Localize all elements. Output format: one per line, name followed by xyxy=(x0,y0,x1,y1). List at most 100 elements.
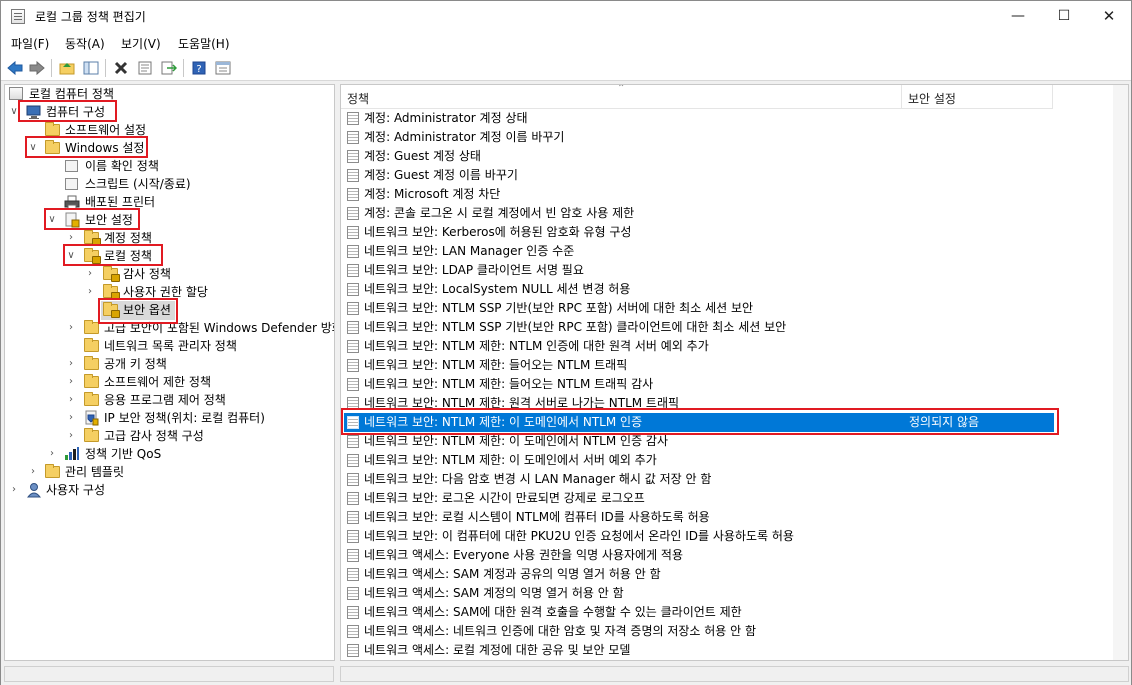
chevron-right-icon[interactable]: › xyxy=(66,232,76,244)
tree-label: 감사 정책 xyxy=(123,267,171,281)
policy-row[interactable]: 계정: Administrator 계정 상태 xyxy=(341,109,1111,128)
policy-name: 네트워크 보안: NTLM 제한: 이 도메인에서 서버 예외 추가 xyxy=(364,453,657,467)
policy-setting-icon xyxy=(347,226,359,239)
tree-label: 고급 감사 정책 구성 xyxy=(104,429,204,443)
close-button[interactable]: ✕ xyxy=(1086,1,1132,31)
policy-row[interactable]: 네트워크 보안: LDAP 클라이언트 서명 필요 xyxy=(341,261,1111,280)
policy-setting-icon xyxy=(347,283,359,296)
chevron-right-icon[interactable]: › xyxy=(66,358,76,370)
policy-row[interactable]: 네트워크 보안: LAN Manager 인증 수준 xyxy=(341,242,1111,261)
tree-pane[interactable]: 로컬 컴퓨터 정책 ∨ 컴퓨터 구성 소프트웨어 설정 ∨ Windows 설정… xyxy=(4,84,335,661)
policy-setting-icon xyxy=(347,112,359,125)
tree-label: 소프트웨어 제한 정책 xyxy=(104,375,211,389)
policy-name: 네트워크 보안: NTLM 제한: 들어오는 NTLM 트래픽 감사 xyxy=(364,377,654,391)
policy-row[interactable]: 네트워크 보안: 로컬 시스템이 NTLM에 컴퓨터 ID를 사용하도록 허용 xyxy=(341,508,1111,527)
policy-setting-icon xyxy=(347,587,359,600)
policy-row[interactable]: 계정: Guest 계정 상태 xyxy=(341,147,1111,166)
menu-action[interactable]: 동작(A) xyxy=(65,35,105,52)
policy-setting-icon xyxy=(347,245,359,258)
policy-name: 네트워크 액세스: SAM 계정과 공유의 익명 열거 허용 안 함 xyxy=(364,567,661,581)
policy-setting-icon xyxy=(347,321,359,334)
policy-row[interactable]: 네트워크 보안: Kerberos에 허용된 암호화 유형 구성 xyxy=(341,223,1111,242)
back-arrow-icon[interactable] xyxy=(5,58,25,78)
highlight-windows-settings xyxy=(25,136,148,158)
policy-name: 네트워크 보안: NTLM 제한: 들어오는 NTLM 트래픽 xyxy=(364,358,628,372)
menu-file[interactable]: 파일(F) xyxy=(11,35,49,52)
policy-name: 네트워크 보안: Kerberos에 허용된 암호화 유형 구성 xyxy=(364,225,632,239)
toolbar: ? xyxy=(1,55,1131,81)
policy-name: 네트워크 액세스: SAM에 대한 원격 호출을 수행할 수 있는 클라이언트 … xyxy=(364,605,742,619)
policy-row[interactable]: 네트워크 보안: 이 컴퓨터에 대한 PKU2U 인증 요청에서 온라인 ID를… xyxy=(341,527,1111,546)
user-icon xyxy=(26,482,42,498)
up-folder-icon[interactable] xyxy=(57,58,77,78)
chevron-right-icon[interactable]: › xyxy=(66,376,76,388)
mmc-view-icon[interactable] xyxy=(213,58,233,78)
policy-row[interactable]: 네트워크 보안: NTLM 제한: 이 도메인에서 서버 예외 추가 xyxy=(341,451,1111,470)
menu-help[interactable]: 도움말(H) xyxy=(178,35,230,52)
policy-row[interactable]: 네트워크 액세스: SAM 계정의 익명 열거 허용 안 함 xyxy=(341,584,1111,603)
policy-row[interactable]: 계정: Microsoft 계정 차단 xyxy=(341,185,1111,204)
show-hide-tree-icon[interactable] xyxy=(81,58,101,78)
chevron-right-icon[interactable]: › xyxy=(9,484,19,496)
policy-editor-icon xyxy=(11,9,25,24)
policy-name: 계정: Guest 계정 이름 바꾸기 xyxy=(364,168,518,182)
policy-row[interactable]: 네트워크 액세스: SAM에 대한 원격 호출을 수행할 수 있는 클라이언트 … xyxy=(341,603,1111,622)
policy-row[interactable]: 네트워크 액세스: SAM 계정과 공유의 익명 열거 허용 안 함 xyxy=(341,565,1111,584)
folder-icon xyxy=(84,428,99,442)
minimize-button[interactable]: — xyxy=(995,1,1041,31)
policy-row[interactable]: 계정: 콘솔 로그온 시 로컬 계정에서 빈 암호 사용 제한 xyxy=(341,204,1111,223)
help-icon[interactable]: ? xyxy=(189,58,209,78)
chevron-right-icon[interactable]: › xyxy=(47,448,57,460)
column-header-policy[interactable]: ⌃ 정책 xyxy=(341,85,901,109)
maximize-button[interactable]: ☐ xyxy=(1041,1,1087,31)
forward-arrow-icon[interactable] xyxy=(27,58,47,78)
policy-name: 계정: Guest 계정 상태 xyxy=(364,149,481,163)
title-bar: 로컬 그룹 정책 편집기 — ☐ ✕ xyxy=(1,1,1131,31)
vertical-scrollbar[interactable] xyxy=(1113,85,1128,660)
highlight-security-settings xyxy=(44,208,140,230)
policy-row[interactable]: 계정: Guest 계정 이름 바꾸기 xyxy=(341,166,1111,185)
policy-row[interactable]: 네트워크 보안: NTLM 제한: 들어오는 NTLM 트래픽 감사 xyxy=(341,375,1111,394)
chevron-right-icon[interactable]: › xyxy=(66,412,76,424)
policy-row[interactable]: 네트워크 보안: NTLM 제한: 들어오는 NTLM 트래픽 xyxy=(341,356,1111,375)
policy-row[interactable]: 네트워크 보안: 로그온 시간이 만료되면 강제로 로그오프 xyxy=(341,489,1111,508)
qos-chart-icon xyxy=(64,446,80,461)
menu-bar: 파일(F) 동작(A) 보기(V) 도움말(H) xyxy=(1,31,1131,55)
menu-view[interactable]: 보기(V) xyxy=(121,35,161,52)
policy-row[interactable]: 네트워크 보안: LocalSystem NULL 세션 변경 허용 xyxy=(341,280,1111,299)
column-label: 정책 xyxy=(347,92,370,106)
policy-setting-icon xyxy=(347,568,359,581)
lock-folder-icon xyxy=(103,284,120,300)
sort-ascending-icon: ⌃ xyxy=(617,84,626,94)
chevron-right-icon[interactable]: › xyxy=(66,322,76,334)
export-list-icon[interactable] xyxy=(159,58,179,78)
delete-icon[interactable] xyxy=(111,58,131,78)
policy-name: 네트워크 보안: NTLM SSP 기반(보안 RPC 포함) 서버에 대한 최… xyxy=(364,301,754,315)
chevron-right-icon[interactable]: › xyxy=(28,466,38,478)
policy-setting-icon xyxy=(347,378,359,391)
highlight-selected-policy xyxy=(341,408,1059,435)
policy-row[interactable]: 네트워크 보안: NTLM 제한: NTLM 인증에 대한 원격 서버 예외 추… xyxy=(341,337,1111,356)
properties-icon[interactable] xyxy=(135,58,155,78)
policy-row[interactable]: 네트워크 액세스: 로컬 계정에 대한 공유 및 보안 모델 xyxy=(341,641,1111,660)
window-title: 로컬 그룹 정책 편집기 xyxy=(35,10,146,24)
column-header-security-setting[interactable]: 보안 설정 xyxy=(902,85,1052,109)
chevron-right-icon[interactable]: › xyxy=(85,268,95,280)
app-window: 로컬 그룹 정책 편집기 — ☐ ✕ 파일(F) 동작(A) 보기(V) 도움말… xyxy=(0,0,1132,685)
lock-folder-icon xyxy=(103,266,120,282)
folder-icon xyxy=(84,338,99,352)
policy-row[interactable]: 네트워크 액세스: Everyone 사용 권한을 익명 사용자에게 적용 xyxy=(341,546,1111,565)
policy-row[interactable]: 계정: Administrator 계정 이름 바꾸기 xyxy=(341,128,1111,147)
ipsec-shield-icon xyxy=(83,410,99,426)
policy-row[interactable]: 네트워크 보안: NTLM SSP 기반(보안 RPC 포함) 클라이언트에 대… xyxy=(341,318,1111,337)
policy-row[interactable]: 네트워크 액세스: 네트워크 인증에 대한 암호 및 자격 증명의 저장소 허용… xyxy=(341,622,1111,641)
folder-icon xyxy=(45,464,60,478)
chevron-right-icon[interactable]: › xyxy=(66,430,76,442)
policy-row[interactable]: 네트워크 보안: 다음 암호 변경 시 LAN Manager 해시 값 저장 … xyxy=(341,470,1111,489)
policy-list-pane[interactable]: ⌃ 정책 보안 설정 계정: Administrator 계정 상태 계정: Ad… xyxy=(340,84,1129,661)
tree-label: 스크립트 (시작/종료) xyxy=(85,177,191,191)
policy-row[interactable]: 네트워크 보안: NTLM SSP 기반(보안 RPC 포함) 서버에 대한 최… xyxy=(341,299,1111,318)
chevron-right-icon[interactable]: › xyxy=(85,286,95,298)
folder-icon xyxy=(84,392,99,406)
chevron-right-icon[interactable]: › xyxy=(66,394,76,406)
